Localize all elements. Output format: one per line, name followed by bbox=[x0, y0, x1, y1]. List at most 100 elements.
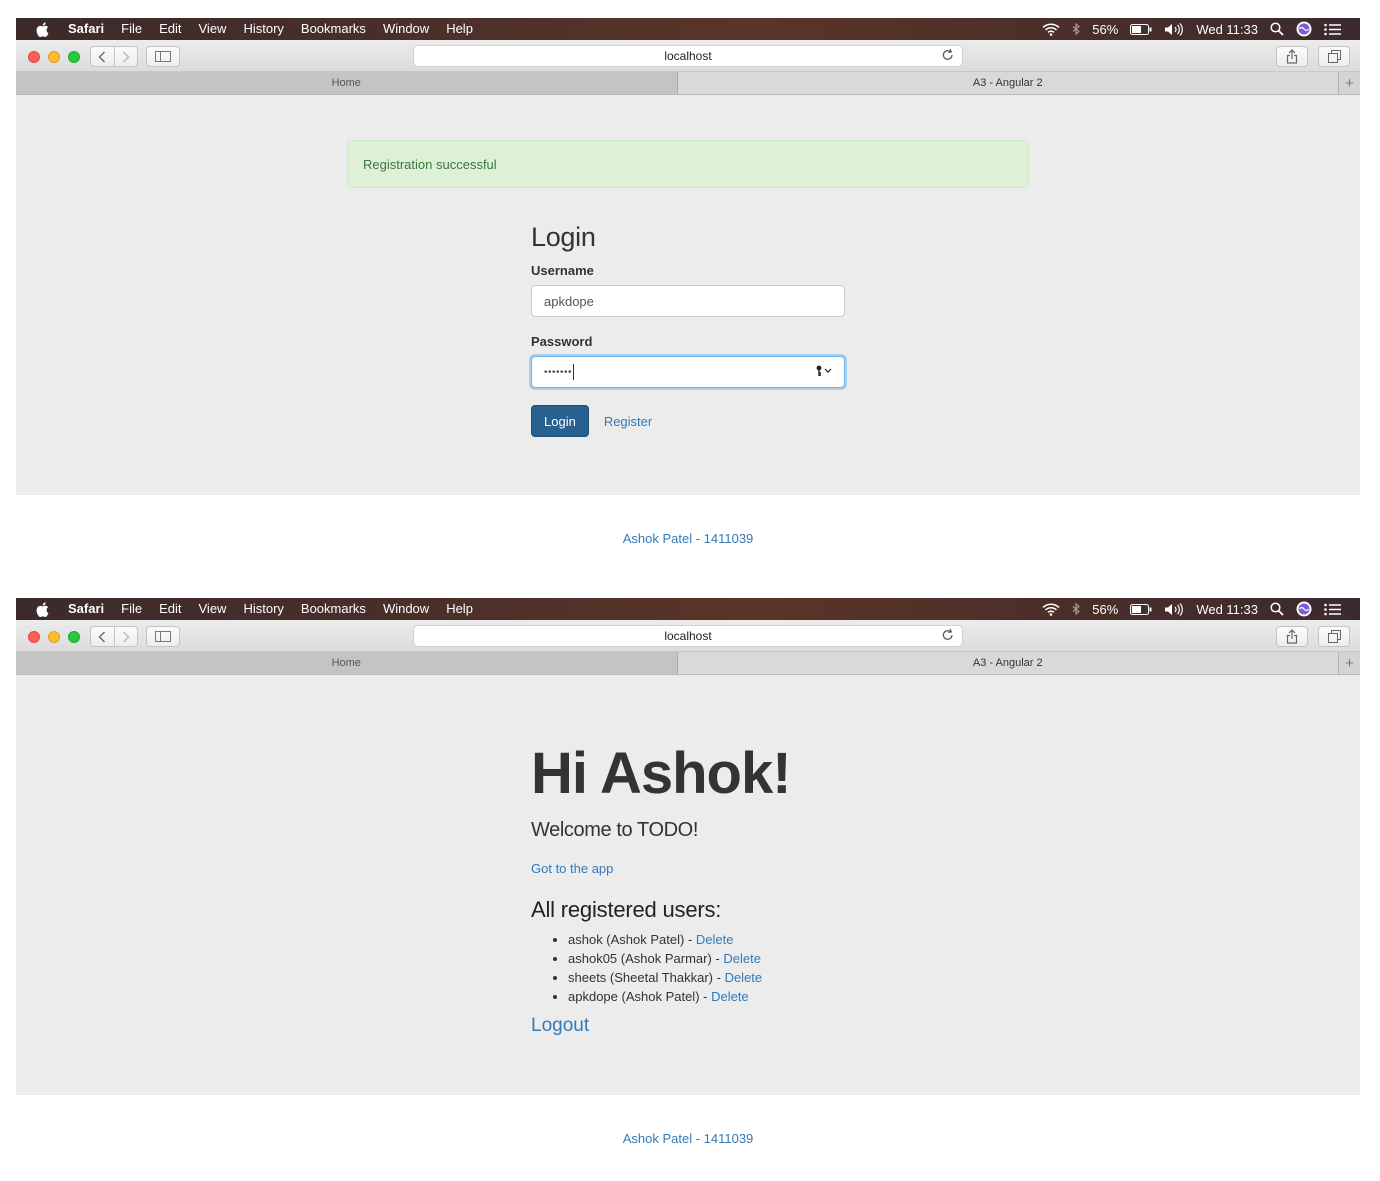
register-link[interactable]: Register bbox=[604, 414, 652, 429]
spotlight-icon[interactable] bbox=[1270, 22, 1284, 36]
tab-a3-angular[interactable]: A3 - Angular 2 bbox=[677, 652, 1338, 674]
password-key-icon[interactable] bbox=[816, 365, 832, 379]
user-list-item: ashok05 (Ashok Parmar) - Delete bbox=[568, 949, 1031, 968]
battery-icon[interactable] bbox=[1130, 603, 1152, 615]
apple-icon[interactable] bbox=[36, 21, 50, 37]
home-screenshot: Safari File Edit View History Bookmarks … bbox=[16, 598, 1360, 1181]
menu-file[interactable]: File bbox=[121, 598, 142, 620]
tab-a3-angular-label: A3 - Angular 2 bbox=[972, 77, 1043, 89]
apple-icon[interactable] bbox=[36, 601, 50, 617]
menu-app-name[interactable]: Safari bbox=[68, 598, 104, 620]
menu-view[interactable]: View bbox=[199, 598, 227, 620]
volume-icon[interactable] bbox=[1164, 602, 1184, 616]
spotlight-icon[interactable] bbox=[1270, 602, 1284, 616]
password-input[interactable]: ••••••• bbox=[531, 356, 845, 388]
menu-help[interactable]: Help bbox=[446, 18, 473, 40]
user-entry: ashok (Ashok Patel) - bbox=[568, 932, 696, 947]
menu-file[interactable]: File bbox=[121, 18, 142, 40]
delete-user-link[interactable]: Delete bbox=[696, 932, 734, 947]
menu-bookmarks[interactable]: Bookmarks bbox=[301, 18, 366, 40]
minimize-window-button[interactable] bbox=[48, 631, 60, 643]
menu-window[interactable]: Window bbox=[383, 18, 429, 40]
address-bar[interactable]: localhost bbox=[413, 45, 963, 67]
username-input[interactable]: apkdope bbox=[531, 285, 845, 317]
delete-user-link[interactable]: Delete bbox=[723, 951, 761, 966]
address-bar[interactable]: localhost bbox=[413, 625, 963, 647]
menu-edit[interactable]: Edit bbox=[159, 598, 181, 620]
menu-bookmarks[interactable]: Bookmarks bbox=[301, 598, 366, 620]
login-heading: Login bbox=[531, 222, 596, 252]
tab-home[interactable]: Home bbox=[16, 72, 678, 94]
username-group: Username apkdope bbox=[531, 263, 845, 317]
back-icon[interactable] bbox=[91, 47, 114, 66]
greeting-heading: Hi Ashok! bbox=[531, 741, 792, 806]
footer-credit-link[interactable]: Ashok Patel - 1411039 bbox=[623, 1131, 754, 1146]
tab-bar: Home A3 - Angular 2 + bbox=[16, 652, 1360, 675]
menu-history[interactable]: History bbox=[243, 598, 283, 620]
menu-clock[interactable]: Wed 11:33 bbox=[1196, 22, 1258, 37]
tab-a3-angular-label: A3 - Angular 2 bbox=[972, 657, 1043, 669]
menu-help[interactable]: Help bbox=[446, 598, 473, 620]
notification-center-icon[interactable] bbox=[1324, 603, 1342, 616]
forward-icon[interactable] bbox=[113, 627, 137, 646]
zoom-window-button[interactable] bbox=[68, 51, 80, 63]
menu-view[interactable]: View bbox=[199, 18, 227, 40]
menu-history[interactable]: History bbox=[243, 18, 283, 40]
bluetooth-icon[interactable] bbox=[1072, 602, 1081, 616]
bluetooth-icon[interactable] bbox=[1072, 22, 1081, 36]
safari-toolbar: localhost bbox=[16, 620, 1360, 652]
zoom-window-button[interactable] bbox=[68, 631, 80, 643]
back-icon[interactable] bbox=[91, 627, 114, 646]
window-controls bbox=[28, 51, 80, 63]
tab-home-label: Home bbox=[331, 77, 361, 89]
close-window-button[interactable] bbox=[28, 631, 40, 643]
footer-credit-link[interactable]: Ashok Patel - 1411039 bbox=[623, 531, 754, 546]
safari-toolbar: localhost bbox=[16, 40, 1360, 72]
sidebar-icon[interactable] bbox=[146, 46, 180, 67]
menu-app-name[interactable]: Safari bbox=[68, 18, 104, 40]
go-to-app-link[interactable]: Got to the app bbox=[531, 861, 1031, 876]
minimize-window-button[interactable] bbox=[48, 51, 60, 63]
user-list-item: ashok (Ashok Patel) - Delete bbox=[568, 930, 1031, 949]
back-forward-buttons bbox=[90, 46, 138, 67]
home-page: Hi Ashok! Welcome to TODO! Got to the ap… bbox=[16, 675, 1360, 1095]
menu-clock[interactable]: Wed 11:33 bbox=[1196, 602, 1258, 617]
sidebar-icon[interactable] bbox=[146, 626, 180, 647]
tabs-overview-icon[interactable] bbox=[1318, 46, 1350, 67]
new-tab-icon[interactable]: + bbox=[1338, 652, 1360, 674]
forward-icon[interactable] bbox=[113, 47, 137, 66]
notification-center-icon[interactable] bbox=[1324, 23, 1342, 36]
username-value: apkdope bbox=[544, 293, 594, 309]
login-button[interactable]: Login bbox=[531, 405, 589, 437]
address-text: localhost bbox=[664, 49, 712, 63]
menu-window[interactable]: Window bbox=[383, 598, 429, 620]
delete-user-link[interactable]: Delete bbox=[711, 989, 749, 1004]
logout-link[interactable]: Logout bbox=[531, 1015, 589, 1037]
delete-user-link[interactable]: Delete bbox=[725, 970, 763, 985]
siri-icon[interactable] bbox=[1296, 21, 1312, 37]
password-label: Password bbox=[531, 334, 593, 349]
close-window-button[interactable] bbox=[28, 51, 40, 63]
tabs-overview-icon[interactable] bbox=[1318, 626, 1350, 647]
username-label: Username bbox=[531, 263, 594, 278]
share-icon[interactable] bbox=[1276, 46, 1308, 67]
reload-icon[interactable] bbox=[942, 628, 954, 644]
reload-icon[interactable] bbox=[942, 48, 954, 64]
new-tab-icon[interactable]: + bbox=[1338, 72, 1360, 94]
wifi-icon[interactable] bbox=[1042, 23, 1060, 36]
alert-message: Registration successful bbox=[363, 156, 497, 172]
welcome-text: Welcome to TODO! bbox=[531, 819, 698, 841]
menu-edit[interactable]: Edit bbox=[159, 18, 181, 40]
window-controls bbox=[28, 631, 80, 643]
volume-icon[interactable] bbox=[1164, 22, 1184, 36]
login-screenshot: Safari File Edit View History Bookmarks … bbox=[16, 18, 1360, 581]
login-button-label: Login bbox=[544, 413, 576, 429]
user-list-item: apkdope (Ashok Patel) - Delete bbox=[568, 987, 1031, 1006]
tab-home[interactable]: Home bbox=[16, 652, 678, 674]
tab-bar: Home A3 - Angular 2 + bbox=[16, 72, 1360, 95]
tab-a3-angular[interactable]: A3 - Angular 2 bbox=[677, 72, 1338, 94]
wifi-icon[interactable] bbox=[1042, 603, 1060, 616]
battery-icon[interactable] bbox=[1130, 23, 1152, 35]
siri-icon[interactable] bbox=[1296, 601, 1312, 617]
share-icon[interactable] bbox=[1276, 626, 1308, 647]
